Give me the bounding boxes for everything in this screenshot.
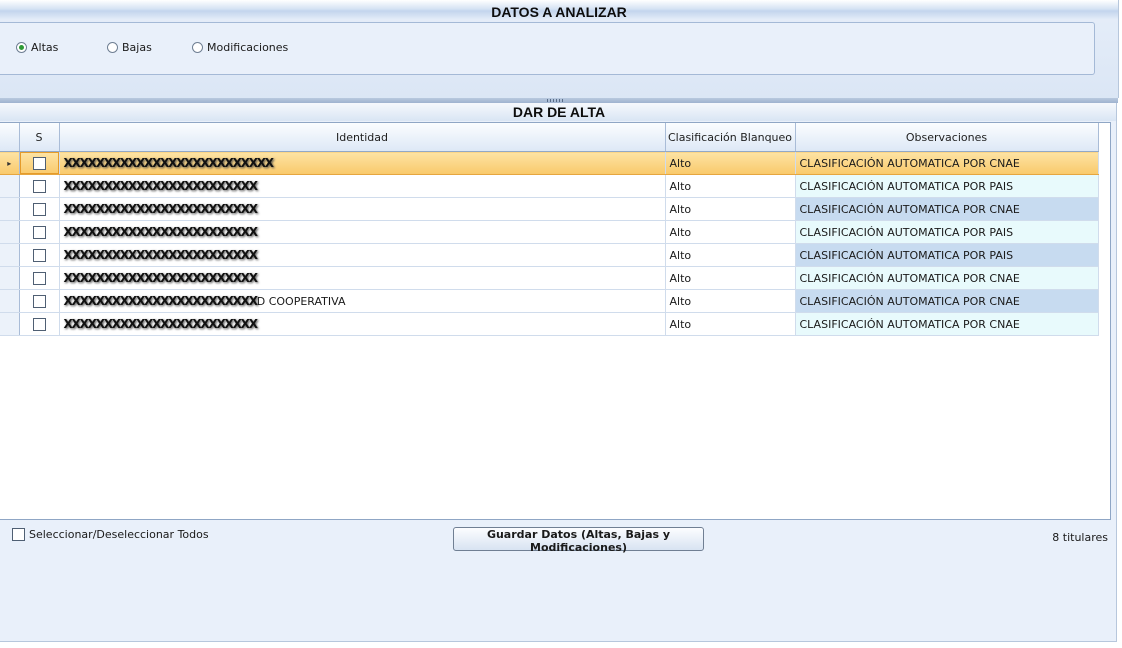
row-indicator <box>0 266 20 290</box>
header-select[interactable]: S <box>19 123 60 152</box>
row-checkbox[interactable] <box>32 179 46 193</box>
row-checkbox-cell[interactable] <box>19 243 60 267</box>
results-table: S Identidad Clasificación Blanqueo Obser… <box>0 123 1099 336</box>
classification-cell[interactable]: Alto <box>665 151 796 175</box>
table-row[interactable]: XXXXXXXXXXXXXXXXXXXXXXXX Alto CLASIFICAC… <box>0 220 1099 244</box>
observations-cell[interactable]: CLASIFICACIÓN AUTOMATICA POR CNAE <box>795 312 1099 336</box>
row-checkbox[interactable] <box>32 317 46 331</box>
observations-cell[interactable]: CLASIFICACIÓN AUTOMATICA POR CNAE <box>795 151 1099 175</box>
header-classification[interactable]: Clasificación Blanqueo <box>665 123 796 152</box>
classification-cell[interactable]: Alto <box>665 174 796 198</box>
classification-cell[interactable]: Alto <box>665 312 796 336</box>
row-checkbox[interactable] <box>32 271 46 285</box>
classification-cell[interactable]: Alto <box>665 266 796 290</box>
row-indicator <box>0 220 20 244</box>
row-checkbox-cell[interactable] <box>19 174 60 198</box>
classification-cell[interactable]: Alto <box>665 289 796 313</box>
analyze-title: DATOS A ANALIZAR <box>491 4 627 20</box>
observations-cell[interactable]: CLASIFICACIÓN AUTOMATICA POR CNAE <box>795 197 1099 221</box>
redacted-identity: XXXXXXXXXXXXXXXXXXXXXXXX <box>63 271 258 285</box>
observations-cell[interactable]: CLASIFICACIÓN AUTOMATICA POR PAIS <box>795 220 1099 244</box>
table-row[interactable]: XXXXXXXXXXXXXXXXXXXXXXXX Alto CLASIFICAC… <box>0 312 1099 336</box>
radio-modificaciones-indicator[interactable] <box>192 42 203 53</box>
select-all-toggle[interactable]: Seleccionar/Deseleccionar Todos <box>12 528 209 541</box>
redacted-identity: XXXXXXXXXXXXXXXXXXXXXXXX <box>63 179 258 193</box>
current-row-indicator-icon: ▸ <box>0 151 20 175</box>
header-row-indicator <box>0 123 20 152</box>
table-header-row: S Identidad Clasificación Blanqueo Obser… <box>0 123 1099 152</box>
save-data-button[interactable]: Guardar Datos (Altas, Bajas y Modificaci… <box>453 527 704 554</box>
observations-cell[interactable]: CLASIFICACIÓN AUTOMATICA POR PAIS <box>795 174 1099 198</box>
radio-altas[interactable]: Altas <box>16 41 58 54</box>
identity-cell[interactable]: XXXXXXXXXXXXXXXXXXXXXXXX <box>59 312 666 336</box>
redacted-identity: XXXXXXXXXXXXXXXXXXXXXXXX <box>63 294 258 308</box>
classification-cell[interactable]: Alto <box>665 197 796 221</box>
row-indicator <box>0 174 20 198</box>
row-checkbox[interactable] <box>32 294 46 308</box>
grid-panel: DAR DE ALTA S Identidad Clasificación Bl… <box>0 103 1117 642</box>
table-row[interactable]: XXXXXXXXXXXXXXXXXXXXXXXX Alto CLASIFICAC… <box>0 197 1099 221</box>
radio-altas-indicator[interactable] <box>16 42 27 53</box>
record-count: 8 titulares <box>1052 531 1108 544</box>
radio-modificaciones-label: Modificaciones <box>207 41 289 54</box>
row-checkbox[interactable] <box>32 156 46 170</box>
redacted-identity: XXXXXXXXXXXXXXXXXXXXXXXX <box>63 202 258 216</box>
radio-altas-label: Altas <box>31 41 59 54</box>
select-all-checkbox[interactable] <box>12 528 25 541</box>
identity-cell[interactable]: XXXXXXXXXXXXXXXXXXXXXXXXD COOPERATIVA <box>59 289 666 313</box>
table-row[interactable]: XXXXXXXXXXXXXXXXXXXXXXXXD COOPERATIVA Al… <box>0 289 1099 313</box>
grid-title: DAR DE ALTA <box>512 104 606 120</box>
row-checkbox[interactable] <box>32 248 46 262</box>
table-row[interactable]: ▸ XXXXXXXXXXXXXXXXXXXXXXXXXX Alto CLASIF… <box>0 151 1099 175</box>
results-grid: S Identidad Clasificación Blanqueo Obser… <box>0 122 1111 520</box>
identity-cell[interactable]: XXXXXXXXXXXXXXXXXXXXXXXX <box>59 174 666 198</box>
row-checkbox-cell[interactable] <box>19 266 60 290</box>
analyze-options-group <box>0 22 1095 75</box>
redacted-identity: XXXXXXXXXXXXXXXXXXXXXXXXXX <box>63 156 275 170</box>
row-indicator <box>0 243 20 267</box>
identity-cell[interactable]: XXXXXXXXXXXXXXXXXXXXXXXX <box>59 243 666 267</box>
redacted-identity: XXXXXXXXXXXXXXXXXXXXXXXX <box>63 225 258 239</box>
identity-cell[interactable]: XXXXXXXXXXXXXXXXXXXXXXXX <box>59 220 666 244</box>
row-indicator <box>0 197 20 221</box>
splitter-grip-icon[interactable] <box>547 99 565 102</box>
identity-cell[interactable]: XXXXXXXXXXXXXXXXXXXXXXXX <box>59 266 666 290</box>
table-row[interactable]: XXXXXXXXXXXXXXXXXXXXXXXX Alto CLASIFICAC… <box>0 243 1099 267</box>
observations-cell[interactable]: CLASIFICACIÓN AUTOMATICA POR CNAE <box>795 266 1099 290</box>
analyze-panel: DATOS A ANALIZAR Altas Bajas Modificacio… <box>0 0 1119 98</box>
table-row[interactable]: XXXXXXXXXXXXXXXXXXXXXXXX Alto CLASIFICAC… <box>0 174 1099 198</box>
row-indicator <box>0 289 20 313</box>
radio-bajas-indicator[interactable] <box>107 42 118 53</box>
redacted-identity: XXXXXXXXXXXXXXXXXXXXXXXX <box>63 317 258 331</box>
row-checkbox[interactable] <box>32 202 46 216</box>
radio-bajas[interactable]: Bajas <box>107 41 152 54</box>
table-row[interactable]: XXXXXXXXXXXXXXXXXXXXXXXX Alto CLASIFICAC… <box>0 266 1099 290</box>
row-checkbox-cell[interactable] <box>19 151 60 175</box>
observations-cell[interactable]: CLASIFICACIÓN AUTOMATICA POR CNAE <box>795 289 1099 313</box>
identity-suffix: D COOPERATIVA <box>256 295 346 308</box>
row-checkbox-cell[interactable] <box>19 289 60 313</box>
row-checkbox-cell[interactable] <box>19 220 60 244</box>
row-checkbox[interactable] <box>32 225 46 239</box>
classification-cell[interactable]: Alto <box>665 243 796 267</box>
classification-cell[interactable]: Alto <box>665 220 796 244</box>
header-observations[interactable]: Observaciones <box>795 123 1099 152</box>
identity-cell[interactable]: XXXXXXXXXXXXXXXXXXXXXXXXXX <box>59 151 666 175</box>
radio-modificaciones[interactable]: Modificaciones <box>192 41 288 54</box>
select-all-label: Seleccionar/Deseleccionar Todos <box>29 528 209 541</box>
observations-cell[interactable]: CLASIFICACIÓN AUTOMATICA POR PAIS <box>795 243 1099 267</box>
redacted-identity: XXXXXXXXXXXXXXXXXXXXXXXX <box>63 248 258 262</box>
header-identity[interactable]: Identidad <box>59 123 666 152</box>
identity-cell[interactable]: XXXXXXXXXXXXXXXXXXXXXXXX <box>59 197 666 221</box>
row-indicator <box>0 312 20 336</box>
row-checkbox-cell[interactable] <box>19 312 60 336</box>
radio-bajas-label: Bajas <box>122 41 152 54</box>
row-checkbox-cell[interactable] <box>19 197 60 221</box>
